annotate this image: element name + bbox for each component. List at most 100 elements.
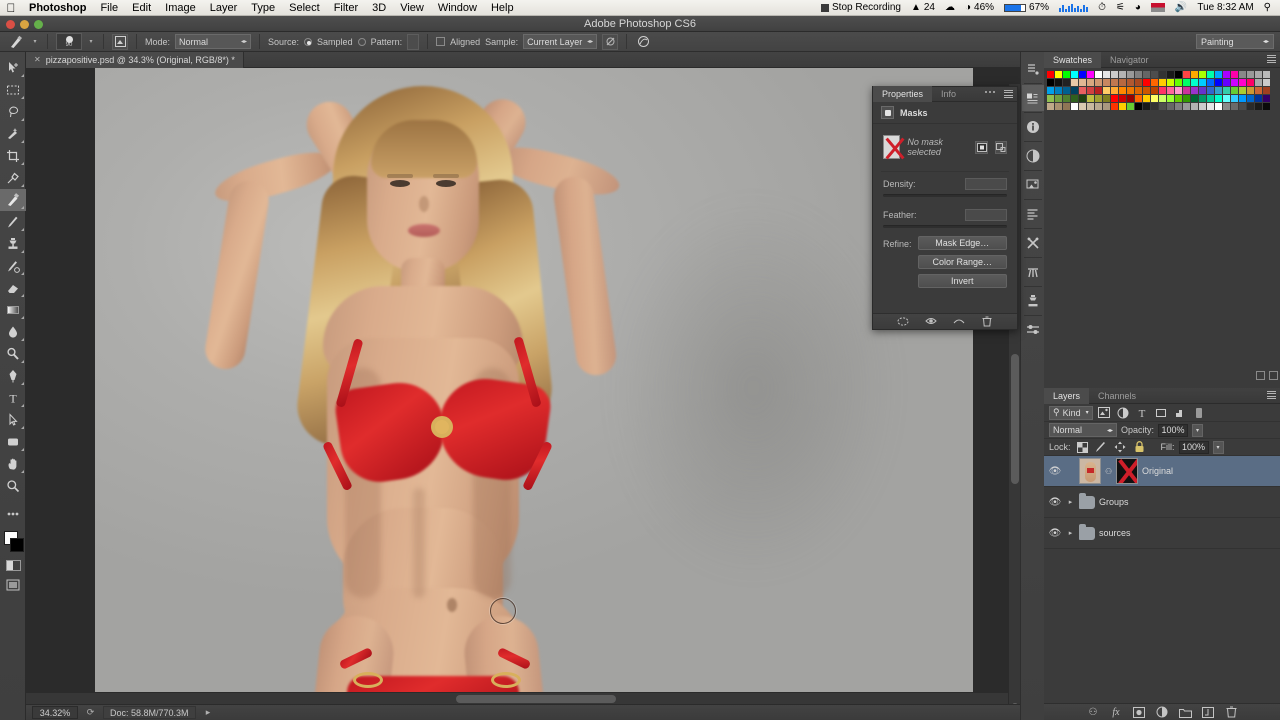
group-expand-icon[interactable]: ▸ bbox=[1066, 498, 1075, 506]
pattern-picker-button[interactable] bbox=[407, 33, 420, 50]
layer-mask-link-icon[interactable]: ⚇ bbox=[1105, 467, 1112, 476]
canvas[interactable]: ▲ ▼ bbox=[26, 68, 1020, 720]
filter-shape-layers-icon[interactable] bbox=[1154, 405, 1169, 420]
color-swatch[interactable] bbox=[1135, 103, 1143, 111]
color-swatch[interactable] bbox=[1175, 79, 1183, 87]
close-icon[interactable]: ✕ bbox=[34, 55, 41, 64]
color-swatch[interactable] bbox=[1159, 79, 1167, 87]
menu-window[interactable]: Window bbox=[431, 0, 484, 16]
menu-filter[interactable]: Filter bbox=[327, 0, 365, 16]
color-swatch[interactable] bbox=[1151, 71, 1159, 79]
color-swatch[interactable] bbox=[1095, 87, 1103, 95]
color-swatch[interactable] bbox=[1103, 87, 1111, 95]
color-swatch[interactable] bbox=[1087, 87, 1095, 95]
color-swatch[interactable] bbox=[1159, 95, 1167, 103]
layer-row-sources[interactable]: 👁 ▸ sources bbox=[1044, 518, 1280, 549]
color-swatch[interactable] bbox=[1143, 87, 1151, 95]
layer-name[interactable]: Original bbox=[1142, 466, 1173, 476]
tab-info[interactable]: Info bbox=[932, 86, 965, 102]
menu-type[interactable]: Type bbox=[244, 0, 282, 16]
swatches-grid-container[interactable] bbox=[1044, 68, 1280, 116]
color-swatch[interactable] bbox=[1047, 87, 1055, 95]
sample-select[interactable]: Current Layer ◂▸ bbox=[523, 34, 598, 49]
layer-row-groups[interactable]: 👁 ▸ Groups bbox=[1044, 487, 1280, 518]
delete-mask-icon[interactable] bbox=[981, 316, 993, 328]
sidebar-item-eyedropper-tool[interactable] bbox=[0, 167, 26, 189]
sidebar-item-blur-tool[interactable] bbox=[0, 321, 26, 343]
color-swatch[interactable] bbox=[1079, 79, 1087, 87]
new-layer-button[interactable] bbox=[1202, 706, 1215, 719]
opacity-stepper[interactable]: ▾ bbox=[1192, 423, 1204, 437]
color-swatch[interactable] bbox=[1087, 71, 1095, 79]
color-swatch[interactable] bbox=[1159, 103, 1167, 111]
color-swatch[interactable] bbox=[1071, 71, 1079, 79]
color-swatch[interactable] bbox=[1207, 71, 1215, 79]
color-swatch[interactable] bbox=[1119, 87, 1127, 95]
color-swatch[interactable] bbox=[1151, 87, 1159, 95]
color-swatch[interactable] bbox=[1127, 95, 1135, 103]
tablet-pressure-icon[interactable] bbox=[635, 34, 651, 50]
color-swatch[interactable] bbox=[1127, 87, 1135, 95]
filter-pixel-layers-icon[interactable] bbox=[1097, 405, 1112, 420]
color-swatch[interactable] bbox=[1247, 71, 1255, 79]
spotlight-search-icon[interactable]: ⚲ bbox=[1259, 0, 1276, 16]
tab-swatches[interactable]: Swatches bbox=[1044, 51, 1102, 68]
layer-name[interactable]: sources bbox=[1099, 528, 1131, 538]
color-swatch[interactable] bbox=[1151, 103, 1159, 111]
color-swatch[interactable] bbox=[1143, 79, 1151, 87]
color-swatch[interactable] bbox=[1071, 79, 1079, 87]
color-swatch[interactable] bbox=[1063, 79, 1071, 87]
color-swatch[interactable] bbox=[1047, 103, 1055, 111]
panel-menu-button[interactable] bbox=[1004, 90, 1013, 98]
color-swatch[interactable] bbox=[1103, 71, 1111, 79]
color-swatch[interactable] bbox=[1063, 103, 1071, 111]
new-adjustment-layer-button[interactable] bbox=[1156, 706, 1169, 719]
color-swatch[interactable] bbox=[1223, 79, 1231, 87]
color-swatch[interactable] bbox=[1247, 95, 1255, 103]
workspace-select[interactable]: Painting ◂▸ bbox=[1196, 34, 1274, 49]
volume-icon[interactable]: 🔊 bbox=[1170, 0, 1192, 16]
menu-file[interactable]: File bbox=[93, 0, 125, 16]
color-swatch[interactable] bbox=[1247, 79, 1255, 87]
ignore-adjustment-layers-button[interactable] bbox=[602, 33, 619, 50]
color-swatch[interactable] bbox=[1079, 103, 1087, 111]
color-swatch[interactable] bbox=[1111, 87, 1119, 95]
color-swatch[interactable] bbox=[1063, 71, 1071, 79]
menu-view[interactable]: View bbox=[393, 0, 431, 16]
image-canvas[interactable] bbox=[95, 68, 973, 708]
collapse-panel-icon[interactable] bbox=[1256, 371, 1265, 380]
color-swatch[interactable] bbox=[1239, 87, 1247, 95]
color-swatch[interactable] bbox=[1167, 71, 1175, 79]
sidebar-item-gradient-tool[interactable] bbox=[0, 299, 26, 321]
color-swatch[interactable] bbox=[1223, 71, 1231, 79]
color-swatch[interactable] bbox=[1071, 95, 1079, 103]
sidebar-item-dodge-tool[interactable] bbox=[0, 343, 26, 365]
clock[interactable]: Tue 8:32 AM bbox=[1192, 0, 1258, 16]
add-vector-mask-button[interactable] bbox=[994, 140, 1007, 154]
zoom-level-field[interactable]: 34.32% bbox=[32, 706, 78, 719]
color-swatch[interactable] bbox=[1223, 103, 1231, 111]
feather-value-field[interactable] bbox=[965, 209, 1007, 221]
color-swatch[interactable] bbox=[1055, 79, 1063, 87]
opacity-value-field[interactable]: 100% bbox=[1158, 423, 1189, 437]
add-layer-mask-button[interactable] bbox=[1133, 706, 1146, 719]
lock-image-pixels-button[interactable] bbox=[1094, 440, 1109, 455]
color-swatch[interactable] bbox=[1135, 87, 1143, 95]
color-swatch[interactable] bbox=[1063, 87, 1071, 95]
fill-stepper[interactable]: ▾ bbox=[1212, 440, 1224, 454]
sidebar-item-history-brush-tool[interactable] bbox=[0, 255, 26, 277]
color-swatch[interactable] bbox=[1111, 79, 1119, 87]
input-flag-icon[interactable] bbox=[1146, 3, 1170, 12]
color-swatch[interactable] bbox=[1215, 87, 1223, 95]
color-swatch[interactable] bbox=[1191, 79, 1199, 87]
color-swatch[interactable] bbox=[1047, 79, 1055, 87]
color-swatch[interactable] bbox=[1207, 95, 1215, 103]
color-swatch[interactable] bbox=[1239, 79, 1247, 87]
dock-properties-icon[interactable] bbox=[1021, 85, 1044, 111]
color-swatch[interactable] bbox=[1199, 103, 1207, 111]
layer-visibility-icon[interactable]: 👁 bbox=[1048, 497, 1062, 508]
blend-mode-select[interactable]: Normal ◂▸ bbox=[1049, 423, 1117, 437]
color-swatch[interactable] bbox=[1215, 95, 1223, 103]
color-swatch[interactable] bbox=[1255, 87, 1263, 95]
background-color-swatch[interactable] bbox=[10, 538, 24, 552]
